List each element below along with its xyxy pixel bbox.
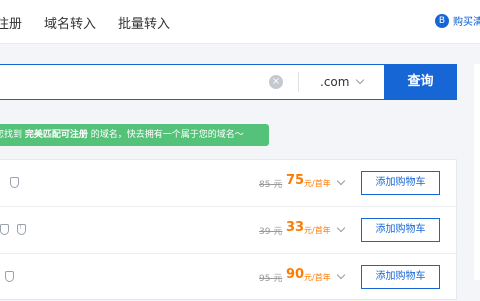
original-price: 95 元 xyxy=(259,274,283,284)
shield-icon xyxy=(0,224,9,235)
chevron-down-icon xyxy=(356,75,365,85)
tip-highlight: 完美匹配可注册 xyxy=(24,130,88,140)
result-row: 39 元 33 元/首年 添加购物车 xyxy=(0,207,458,254)
result-row: 85 元 75 元/首年 添加购物车 xyxy=(0,160,458,207)
price: 90 xyxy=(286,267,305,282)
shield-icon xyxy=(5,271,14,282)
chevron-down-icon[interactable] xyxy=(336,270,346,280)
original-price: 39 元 xyxy=(259,227,283,237)
shopping-cart-link[interactable]: B 购买清 xyxy=(435,13,480,28)
price-unit: 元/首年 xyxy=(304,226,331,235)
tld-value: .com xyxy=(320,75,350,89)
original-price: 85 元 xyxy=(259,180,283,190)
nav-register[interactable]: 注册 xyxy=(0,13,22,32)
nav-batch-transfer[interactable]: 批量转入 xyxy=(118,13,170,32)
info-shield-icon xyxy=(17,223,26,235)
cart-label: 购买清 xyxy=(453,17,480,28)
add-to-cart-button[interactable]: 添加购物车 xyxy=(361,171,440,195)
price: 75 xyxy=(286,173,305,188)
results-list: 85 元 75 元/首年 添加购物车 39 元 33 元/首年 添加购物车 95… xyxy=(0,159,458,301)
divider xyxy=(298,72,299,92)
price-unit: 元/首年 xyxy=(304,273,331,282)
chevron-down-icon[interactable] xyxy=(336,176,346,186)
top-navigation: 注册 域名转入 批量转入 B 购买清 xyxy=(0,0,480,44)
tip-suffix: 的域名，快去拥有一个属于您的域名～ xyxy=(90,130,244,140)
price: 33 xyxy=(286,220,305,235)
clear-icon[interactable]: × xyxy=(269,75,283,89)
shield-icon xyxy=(10,177,19,188)
add-to-cart-button[interactable]: 添加购物车 xyxy=(361,218,440,242)
tld-select[interactable]: .com xyxy=(320,75,365,89)
match-tip-banner: 您找到 完美匹配可注册 的域名，快去拥有一个属于您的域名～ xyxy=(0,124,269,146)
side-panel xyxy=(474,64,480,280)
chevron-down-icon[interactable] xyxy=(336,223,346,233)
search-button[interactable]: 查询 xyxy=(384,64,457,100)
add-to-cart-button[interactable]: 添加购物车 xyxy=(361,265,440,289)
result-row: 95 元 90 元/首年 添加购物车 xyxy=(0,254,458,301)
nav-domain-transfer[interactable]: 域名转入 xyxy=(44,13,96,32)
cart-badge-icon: B xyxy=(435,13,449,28)
tip-prefix: 您找到 xyxy=(0,130,23,140)
price-unit: 元/首年 xyxy=(304,179,331,188)
